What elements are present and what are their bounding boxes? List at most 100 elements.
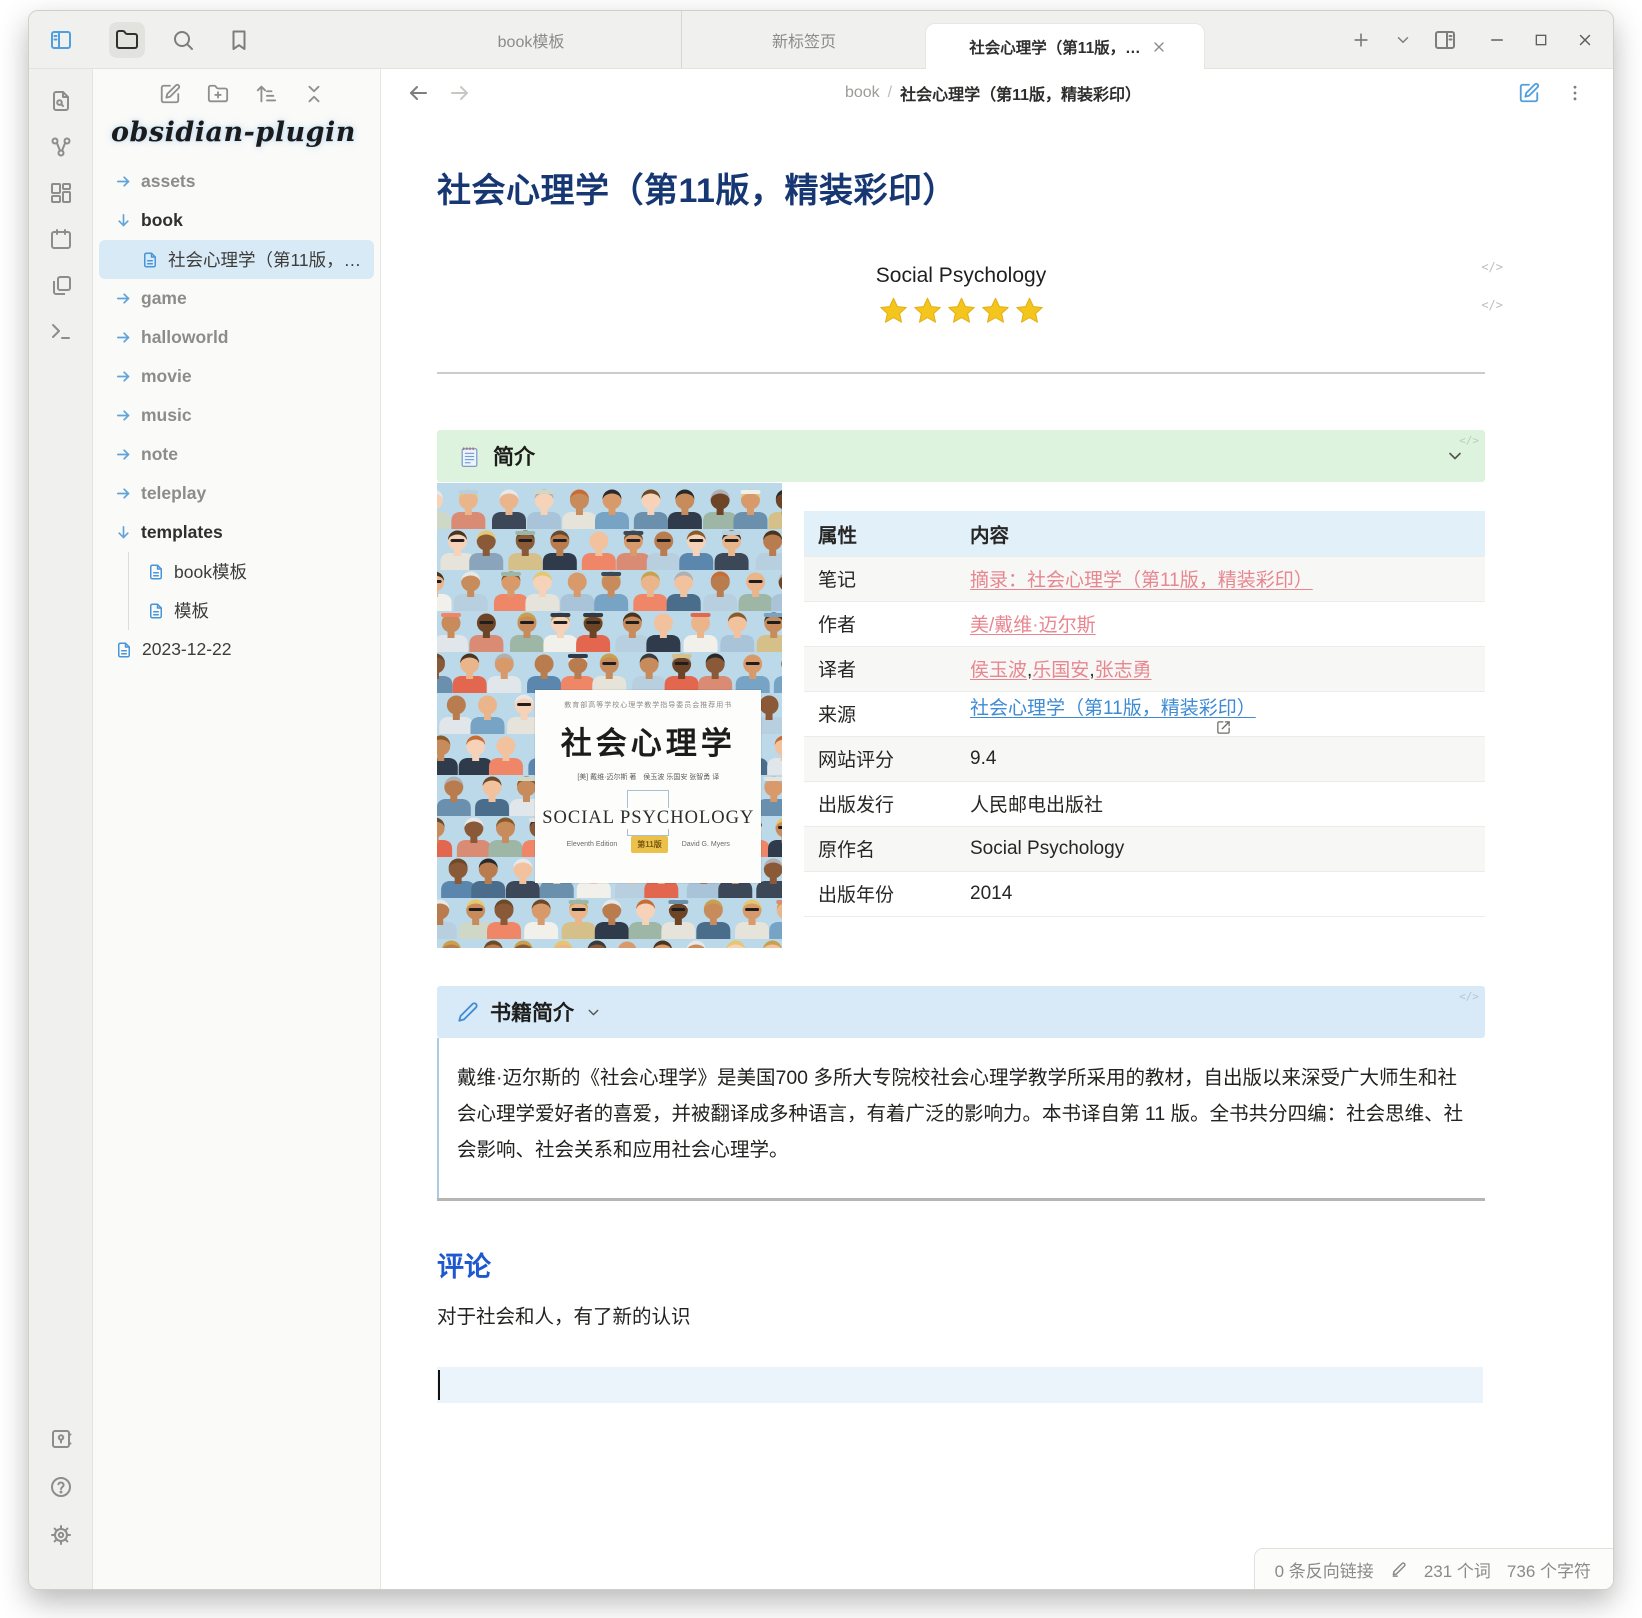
internal-link[interactable]: 张志勇 [1095, 660, 1152, 681]
external-link[interactable]: 社会心理学（第11版，精装彩印） [970, 698, 1256, 719]
panel-left-icon [49, 28, 73, 52]
settings-button[interactable] [43, 1517, 79, 1553]
edit-mode-button[interactable] [1511, 75, 1547, 111]
folder-plus-icon [207, 83, 229, 105]
tree-item-label: game [141, 288, 187, 309]
toggle-left-sidebar-button[interactable] [43, 22, 79, 58]
tab-list-button[interactable] [1387, 24, 1419, 56]
calendar-button[interactable] [43, 221, 79, 257]
window-maximize-button[interactable] [1523, 22, 1559, 58]
arrow-right-icon [448, 81, 472, 105]
forward-button[interactable] [445, 78, 475, 108]
arrow-right-icon [115, 485, 132, 502]
property-row-笔记: 笔记摘录：社会心理学（第11版，精装彩印） [804, 556, 1485, 601]
book-intro-callout-header[interactable]: 书籍简介 [437, 986, 1485, 1038]
arrow-down-icon [115, 212, 132, 229]
view-header: book / 社会心理学（第11版，精装彩印） [381, 69, 1613, 117]
new-folder-button[interactable] [203, 79, 233, 109]
internal-link[interactable]: 乐国安 [1032, 660, 1089, 681]
minimize-icon [1488, 31, 1506, 49]
back-button[interactable] [403, 78, 433, 108]
property-row-来源: 来源社会心理学（第11版，精装彩印） [804, 691, 1485, 736]
backlinks-count[interactable]: 0 条反向链接 [1275, 1557, 1374, 1582]
vault-switcher-button[interactable] [43, 1421, 79, 1457]
note-scroll-area[interactable]: 社会心理学（第11版，精装彩印） Social Psychology </> <… [381, 117, 1613, 1589]
files-view-button[interactable] [109, 22, 145, 58]
sort-order-button[interactable] [251, 79, 281, 109]
edit-block-icon[interactable]: </> [1481, 260, 1503, 274]
property-label: 作者 [804, 601, 956, 646]
tree-folder-assets[interactable]: assets [99, 162, 374, 201]
plus-icon [1351, 30, 1371, 50]
tree-item-label: 社会心理学（第11版，… [168, 247, 361, 272]
canvas-button[interactable] [43, 175, 79, 211]
edit-block-icon[interactable]: </> [1481, 298, 1503, 312]
tree-item-label: movie [141, 366, 192, 387]
tree-item-label: note [141, 444, 178, 465]
text-cursor [438, 1370, 440, 1400]
property-row-网站评分: 网站评分9.4 [804, 736, 1485, 781]
help-circle-icon [49, 1475, 73, 1499]
tree-folder-templates[interactable]: templates [99, 513, 374, 552]
property-value: 9.4 [956, 736, 1485, 781]
quick-switcher-button[interactable] [43, 83, 79, 119]
arrow-right-icon [115, 368, 132, 385]
property-label: 译者 [804, 646, 956, 691]
tree-item-label: 2023-12-22 [142, 639, 232, 660]
titlebar: book模板 新标签页 社会心理学（第11版，… [29, 11, 1613, 69]
tree-folder-note[interactable]: note [99, 435, 374, 474]
terminal-button[interactable] [43, 313, 79, 349]
panel-right-icon [1433, 28, 1457, 52]
help-button[interactable] [43, 1469, 79, 1505]
vault-icon [49, 1427, 73, 1451]
internal-link[interactable]: 侯玉波 [970, 660, 1027, 681]
tree-folder-music[interactable]: music [99, 396, 374, 435]
property-row-出版发行: 出版发行人民邮电出版社 [804, 781, 1485, 826]
tree-folder-movie[interactable]: movie [99, 357, 374, 396]
duplicate-note-button[interactable] [43, 267, 79, 303]
tree-file-社会心理学（第11版，…[interactable]: 社会心理学（第11版，… [99, 240, 374, 279]
char-count[interactable]: 736 个字符 [1507, 1557, 1591, 1582]
toggle-right-sidebar-button[interactable] [1429, 24, 1461, 56]
property-label: 出版年份 [804, 871, 956, 916]
tree-folder-book[interactable]: book [99, 201, 374, 240]
tree-file-book模板[interactable]: book模板 [99, 552, 374, 591]
search-view-button[interactable] [165, 22, 201, 58]
calendar-icon [49, 227, 73, 251]
internal-link[interactable]: 美/戴维·迈尔斯 [970, 615, 1096, 636]
tree-file-2023-12-22[interactable]: 2023-12-22 [99, 630, 374, 669]
new-tab-button[interactable] [1345, 24, 1377, 56]
new-note-button[interactable] [155, 79, 185, 109]
main-pane: book / 社会心理学（第11版，精装彩印） [381, 69, 1613, 1589]
collapse-all-button[interactable] [299, 79, 329, 109]
indent-guide [128, 591, 129, 630]
more-options-button[interactable] [1557, 75, 1593, 111]
tree-folder-game[interactable]: game [99, 279, 374, 318]
tab-social-psychology[interactable]: 社会心理学（第11版，… [926, 24, 1204, 69]
vault-name[interactable]: obsidian-plugin [93, 111, 380, 158]
edit-block-icon[interactable]: </> [1459, 434, 1479, 447]
internal-link[interactable]: 摘录：社会心理学（第11版，精装彩印） [970, 570, 1313, 591]
intro-callout-header[interactable]: 简介 [437, 430, 1485, 482]
tree-folder-teleplay[interactable]: teleplay [99, 474, 374, 513]
tree-file-模板[interactable]: 模板 [99, 591, 374, 630]
collapse-chevron-icon[interactable] [1445, 446, 1465, 466]
graph-view-button[interactable] [43, 129, 79, 165]
active-editor-line[interactable] [437, 1367, 1483, 1403]
tree-folder-halloworld[interactable]: halloworld [99, 318, 374, 357]
edit-block-icon[interactable]: </> [1459, 990, 1479, 1003]
tab-new[interactable]: 新标签页 [681, 11, 926, 68]
tab-book-template[interactable]: book模板 [381, 11, 681, 68]
word-count[interactable]: 231 个词 [1424, 1557, 1491, 1582]
collapse-chevron-icon[interactable] [585, 1004, 602, 1021]
property-row-原作名: 原作名Social Psychology [804, 826, 1485, 871]
book-description: 戴维·迈尔斯的《社会心理学》是美国700 多所大专院校社会心理学教学所采用的教材… [457, 1060, 1467, 1168]
window-close-button[interactable] [1567, 22, 1603, 58]
breadcrumb-parent[interactable]: book [845, 84, 880, 102]
external-link-icon [976, 720, 1471, 735]
window-minimize-button[interactable] [1479, 22, 1515, 58]
note-title: 社会心理学（第11版，精装彩印） [437, 163, 1485, 212]
tab-close-icon[interactable] [1151, 39, 1167, 55]
bookmarks-view-button[interactable] [221, 22, 257, 58]
sort-asc-icon [255, 83, 277, 105]
